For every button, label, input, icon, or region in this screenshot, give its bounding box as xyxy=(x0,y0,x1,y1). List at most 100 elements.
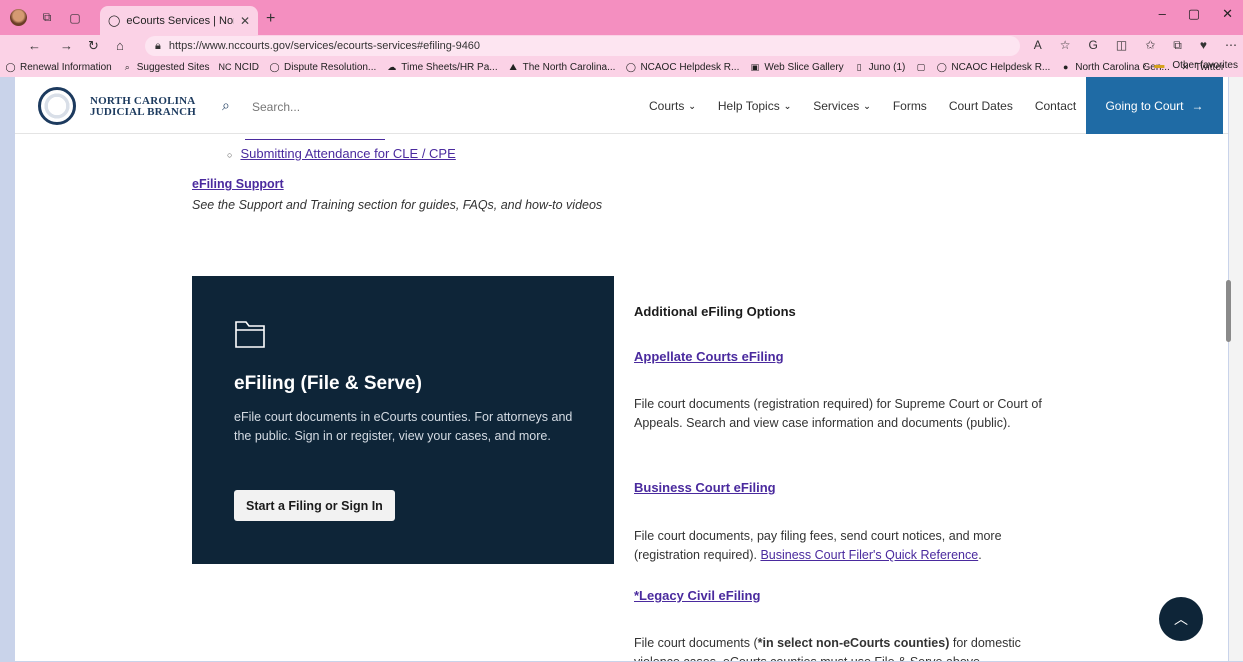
page-viewport: NORTH CAROLINA JUDICIAL BRANCH ⌕ Search.… xyxy=(15,77,1228,661)
favorite-item[interactable]: ▣ Web Slice Gallery xyxy=(749,61,844,73)
search-icon[interactable]: ⌕ xyxy=(222,97,230,114)
chevron-down-icon: ⌄ xyxy=(688,100,696,111)
other-favorites-link[interactable]: Other favorites xyxy=(1172,60,1238,71)
split-screen-icon[interactable]: ◫ xyxy=(1116,38,1127,53)
page-scrollbar[interactable] xyxy=(1229,77,1243,661)
address-row: ← → ↻ ⌂ 🔒︎ https://www.nccourts.gov/serv… xyxy=(0,35,1243,57)
favorite-item[interactable]: ◯ Dispute Resolution... xyxy=(269,62,376,73)
search-icon: ⌕ xyxy=(124,61,130,72)
globe-icon: ◯ xyxy=(5,61,16,72)
favorite-label: NCID xyxy=(234,61,259,73)
menu-court-dates[interactable]: Court Dates xyxy=(949,99,1013,113)
new-tab-button[interactable]: + xyxy=(266,10,275,28)
favorite-item[interactable]: ▢ xyxy=(915,62,926,73)
favorites-bar: ◯ Renewal Information ⌕ Suggested Sites NC NC… xyxy=(0,57,1243,77)
minimize-button[interactable]: – xyxy=(1159,6,1166,22)
more-menu-icon[interactable]: ⋯ xyxy=(1225,38,1237,53)
favorite-label: Web Slice Gallery xyxy=(764,61,844,73)
going-to-court-button[interactable]: Going to Court → xyxy=(1086,77,1223,134)
favorite-label: Juno (1) xyxy=(868,61,906,73)
favorite-label: Suggested Sites xyxy=(136,61,210,73)
favorite-label: Renewal Information xyxy=(20,61,112,73)
main-content: ○ Submitting Attendance for CLE / CPE eFi… xyxy=(15,134,1228,661)
profile-avatar[interactable] xyxy=(10,9,27,26)
nc-seal-logo[interactable] xyxy=(38,87,76,125)
favorite-label: NCAOC Helpdesk R... xyxy=(640,61,740,73)
tab-title: eCourts Services | North Carolina xyxy=(126,14,234,27)
business-court-desc: File court documents, pay filing fees, s… xyxy=(634,527,1044,565)
globe-icon: ◯ xyxy=(625,61,636,72)
favorite-item[interactable]: ◯ NCAOC Helpdesk R... xyxy=(936,62,1050,73)
menu-help-topics[interactable]: Help Topics ⌄ xyxy=(718,99,791,113)
main-menu: Courts ⌄ Help Topics ⌄ Services ⌄ Forms Cou… xyxy=(649,99,1076,113)
menu-courts[interactable]: Courts ⌄ xyxy=(649,99,696,113)
favorite-label: Time Sheets/HR Pa... xyxy=(401,61,498,73)
doc-icon: ▢ xyxy=(916,61,926,72)
cle-cpe-link[interactable]: Submitting Attendance for CLE / CPE xyxy=(240,146,455,161)
card-desc: eFile court documents in eCourts countie… xyxy=(234,410,573,443)
business-court-efiling-link[interactable]: Business Court eFiling xyxy=(634,480,776,495)
chevron-down-icon: ⌄ xyxy=(863,100,871,111)
favorite-item[interactable]: ⌕ Suggested Sites xyxy=(122,62,210,73)
browser-tab[interactable]: ◯ eCourts Services | North Carolina ✕ xyxy=(100,6,258,35)
address-bar[interactable]: 🔒︎ https://www.nccourts.gov/services/eco… xyxy=(145,36,1020,56)
tab-actions-icon[interactable]: ▢ xyxy=(67,10,83,26)
back-to-top-button[interactable]: ︿ xyxy=(1159,597,1203,641)
favorite-item[interactable]: ◯ Renewal Information xyxy=(5,61,112,73)
brand-name[interactable]: NORTH CAROLINA JUDICIAL BRANCH xyxy=(90,96,196,118)
start-filing-button[interactable]: Start a Filing or Sign In xyxy=(234,490,395,521)
clipped-link[interactable] xyxy=(245,136,385,140)
url-text: https://www.nccourts.gov/services/ecourt… xyxy=(168,40,481,52)
favorite-item[interactable]: NC NCID xyxy=(218,61,259,73)
collections-icon[interactable]: ⧉ xyxy=(1173,38,1182,53)
chevron-right-icon[interactable]: › xyxy=(1143,60,1146,71)
workspaces-icon[interactable]: ⧉ xyxy=(39,10,55,26)
folder-icon xyxy=(235,321,265,348)
favorite-star-icon[interactable]: ☆ xyxy=(1060,38,1071,53)
cloud-icon: ☁ xyxy=(387,61,397,72)
menu-services[interactable]: Services ⌄ xyxy=(813,99,871,113)
page-icon: ▯ xyxy=(856,61,862,72)
favorite-item[interactable]: ☁ Time Sheets/HR Pa... xyxy=(386,62,497,73)
scrollbar-thumb[interactable] xyxy=(1226,280,1231,342)
options-heading: Additional eFiling Options xyxy=(634,304,796,319)
arrow-right-icon: → xyxy=(1191,98,1204,113)
favorite-item[interactable]: ◯ NCAOC Helpdesk R... xyxy=(625,62,739,73)
card-title: eFiling (File & Serve) xyxy=(234,373,422,394)
globe-icon: ◯ xyxy=(936,61,947,72)
favorites-icon[interactable]: ✩ xyxy=(1145,38,1155,53)
close-tab-icon[interactable]: ✕ xyxy=(240,14,250,28)
read-aloud-icon[interactable]: A xyxy=(1034,38,1042,53)
extension-icon[interactable]: G xyxy=(1089,38,1098,53)
refresh-button[interactable]: ↻ xyxy=(88,38,99,54)
menu-contact[interactable]: Contact xyxy=(1035,99,1076,113)
brand-line-2: JUDICIAL BRANCH xyxy=(90,106,196,118)
home-button[interactable]: ⌂ xyxy=(116,38,124,53)
browser-essentials-icon[interactable]: ♥ xyxy=(1200,38,1207,53)
menu-label: Services xyxy=(813,99,860,113)
efiling-support-desc: See the Support and Training section for… xyxy=(192,198,603,212)
chevron-down-icon: ⌄ xyxy=(783,100,792,111)
slice-icon: ▣ xyxy=(750,61,760,72)
maximize-button[interactable]: ▢ xyxy=(1188,6,1200,22)
favorite-item[interactable]: ⛰ The North Carolina... xyxy=(508,61,616,73)
desc-text: . xyxy=(978,548,982,562)
legacy-civil-efiling-link[interactable]: *Legacy Civil eFiling xyxy=(634,588,760,603)
favorite-label: The North Carolina... xyxy=(522,61,616,73)
nc-icon: NC xyxy=(218,62,232,72)
favorite-label: NCAOC Helpdesk R... xyxy=(951,61,1051,73)
efiling-support-link[interactable]: eFiling Support xyxy=(192,177,284,191)
appellate-efiling-link[interactable]: Appellate Courts eFiling xyxy=(634,349,784,364)
back-button[interactable]: ← xyxy=(28,38,41,53)
desc-text: File court documents ( xyxy=(634,636,758,650)
folder-icon: ▬ xyxy=(1154,60,1165,71)
desc-bold: *in select non-eCourts counties) xyxy=(757,636,950,650)
forward-button[interactable]: → xyxy=(60,38,73,53)
favorite-item[interactable]: ▯ Juno (1) xyxy=(854,62,906,73)
menu-label: Help Topics xyxy=(717,99,780,113)
menu-forms[interactable]: Forms xyxy=(893,99,927,113)
browser-titlebar: ⧉ ▢ ◯ eCourts Services | North Carolina … xyxy=(0,0,1243,35)
close-window-button[interactable]: ✕ xyxy=(1222,6,1233,22)
search-input[interactable]: Search... xyxy=(252,100,300,114)
filer-quick-reference-link[interactable]: Business Court Filer's Quick Reference xyxy=(760,548,978,562)
